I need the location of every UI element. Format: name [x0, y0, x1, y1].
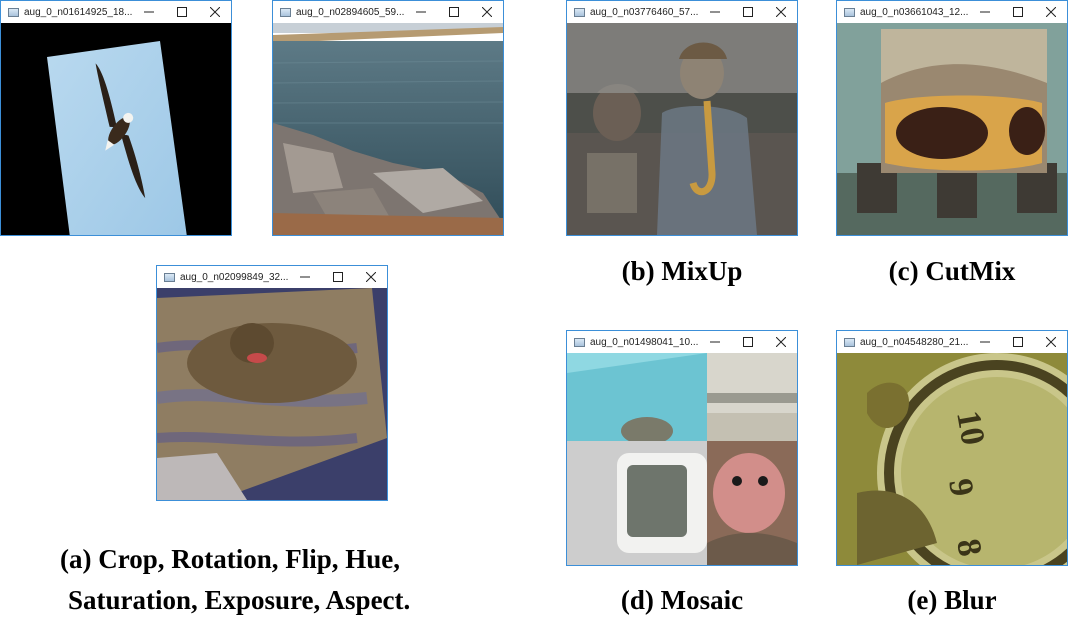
maximize-icon[interactable]	[321, 266, 354, 288]
maximize-icon[interactable]	[1001, 331, 1034, 353]
minimize-icon[interactable]	[132, 1, 165, 23]
title-bar[interactable]: aug_0_n02099849_32...	[157, 266, 387, 288]
close-icon[interactable]	[354, 266, 387, 288]
title-bar[interactable]: aug_0_n02894605_59...	[273, 1, 503, 23]
caption-b: (b) MixUp	[621, 256, 743, 286]
svg-text:10: 10	[949, 408, 991, 448]
window-blur[interactable]: aug_0_n04548280_21... 10 9 8	[836, 330, 1068, 566]
minimize-icon[interactable]	[288, 266, 321, 288]
caption-a-line1: (a) Crop, Rotation, Flip, Hue,	[60, 544, 401, 574]
app-window-icon	[844, 7, 855, 17]
augmented-image-dog-sofa	[157, 288, 387, 500]
app-window-icon	[164, 272, 175, 282]
title-bar[interactable]: aug_0_n01614925_18...	[1, 1, 231, 23]
maximize-icon[interactable]	[1001, 1, 1034, 23]
augmented-image-mosaic	[567, 353, 797, 565]
maximize-icon[interactable]	[731, 1, 764, 23]
window-mixup[interactable]: aug_0_n03776460_57...	[566, 0, 798, 236]
window-dog-sofa[interactable]: aug_0_n02099849_32...	[156, 265, 388, 501]
maximize-icon[interactable]	[165, 1, 198, 23]
maximize-icon[interactable]	[437, 1, 470, 23]
caption-c: (c) CutMix	[888, 256, 1016, 286]
close-icon[interactable]	[1034, 331, 1067, 353]
close-icon[interactable]	[764, 331, 797, 353]
augmented-image-blur: 10 9 8	[837, 353, 1067, 565]
app-window-icon	[574, 337, 585, 347]
title-bar[interactable]: aug_0_n03661043_12...	[837, 1, 1067, 23]
window-title: aug_0_n01614925_18...	[24, 6, 133, 18]
augmented-image-eagle	[1, 23, 231, 235]
augmented-image-cutmix	[837, 23, 1067, 235]
augmented-image-sea-rocks	[273, 23, 503, 235]
app-window-icon	[574, 7, 585, 17]
minimize-icon[interactable]	[968, 1, 1001, 23]
title-bar[interactable]: aug_0_n04548280_21...	[837, 331, 1067, 353]
close-icon[interactable]	[198, 1, 231, 23]
augmented-image-mixup	[567, 23, 797, 235]
caption-e: (e) Blur	[907, 585, 997, 615]
minimize-icon[interactable]	[968, 331, 1001, 353]
window-title: aug_0_n02894605_59...	[296, 6, 405, 18]
app-window-icon	[280, 7, 291, 17]
minimize-icon[interactable]	[698, 331, 731, 353]
window-title: aug_0_n03776460_57...	[590, 6, 699, 18]
caption-a-line2: Saturation, Exposure, Aspect.	[68, 585, 411, 615]
window-title: aug_0_n03661043_12...	[860, 6, 969, 18]
title-bar[interactable]: aug_0_n03776460_57...	[567, 1, 797, 23]
window-title: aug_0_n04548280_21...	[860, 336, 969, 348]
window-sea-rocks[interactable]: aug_0_n02894605_59...	[272, 0, 504, 236]
minimize-icon[interactable]	[698, 1, 731, 23]
window-title: aug_0_n02099849_32...	[180, 271, 289, 283]
title-bar[interactable]: aug_0_n01498041_10...	[567, 331, 797, 353]
window-title: aug_0_n01498041_10...	[590, 336, 699, 348]
close-icon[interactable]	[470, 1, 503, 23]
window-cutmix[interactable]: aug_0_n03661043_12...	[836, 0, 1068, 236]
close-icon[interactable]	[1034, 1, 1067, 23]
window-mosaic[interactable]: aug_0_n01498041_10...	[566, 330, 798, 566]
maximize-icon[interactable]	[731, 331, 764, 353]
app-window-icon	[8, 7, 19, 17]
app-window-icon	[844, 337, 855, 347]
caption-d: (d) Mosaic	[620, 585, 744, 615]
window-eagle[interactable]: aug_0_n01614925_18...	[0, 0, 232, 236]
minimize-icon[interactable]	[404, 1, 437, 23]
close-icon[interactable]	[764, 1, 797, 23]
